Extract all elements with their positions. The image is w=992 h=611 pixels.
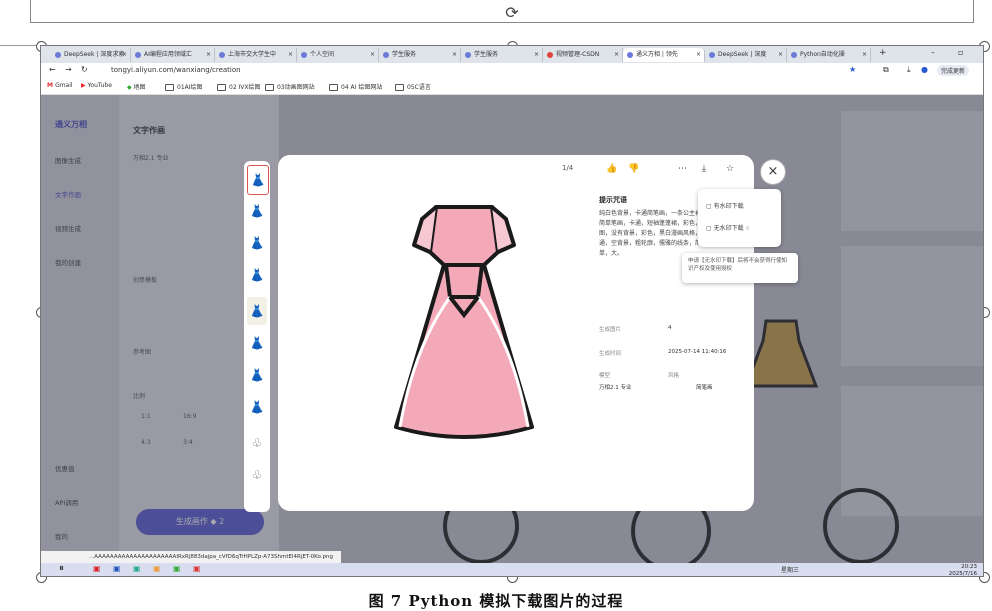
bookmark-folder[interactable]: 02 IVX绘图	[217, 82, 261, 91]
app-icon[interactable]: ▣	[193, 564, 201, 573]
document-guide-line	[0, 45, 40, 46]
bookmark-folder[interactable]: 05C语言	[395, 82, 431, 91]
bookmark-folder[interactable]: 01AI绘图	[165, 82, 203, 91]
thumbnail[interactable]: 👗	[247, 393, 267, 421]
app-icon[interactable]: ▣	[93, 564, 101, 573]
pause-icon[interactable]: ⏸	[59, 563, 64, 574]
close-modal-button[interactable]: ×	[760, 159, 786, 185]
document-guide	[30, 0, 974, 23]
app-icon[interactable]: ▣	[133, 564, 141, 573]
download-with-watermark[interactable]: ▢ 有水印下载	[706, 201, 744, 210]
watermark-tooltip: 申请【无水印下载】后将不会获得行使知识产权及使用授权	[682, 253, 798, 283]
browser-tab[interactable]: 视频管理-CSDN ×	[543, 48, 623, 62]
extensions-icon[interactable]: ⧉	[883, 65, 889, 75]
prompt-title: 提示咒语	[599, 196, 627, 204]
browser-tab[interactable]: 个人空间 ×	[297, 48, 379, 62]
prompt-text: 纯白色背景，卡通简笔画，一条公主裙，简单笔画，卡通，短袖蓬蓬裙，彩色，分图，没有…	[599, 210, 708, 257]
meta-value: 4	[668, 325, 672, 331]
back-icon[interactable]: ←	[49, 65, 56, 74]
download-menu: ▢ 有水印下载 ▢ 无水印下载 ☝	[698, 189, 781, 247]
thumbnail-selected[interactable]: 👗	[247, 165, 269, 195]
browser-tab[interactable]: DeepSeek | 深度求索 ×	[51, 48, 131, 62]
embedded-screenshot[interactable]: DeepSeek | 深度求索 × AI编程应用领域汇 × 上海市交大学生中 × 个人…	[40, 45, 984, 577]
thumbnail[interactable]: 👗	[247, 261, 267, 289]
update-button[interactable]: 完成更新	[937, 65, 970, 76]
meta-key: 风格	[668, 373, 680, 379]
thumbnail[interactable]: 👗	[247, 197, 267, 225]
princess-dress-image	[394, 205, 534, 439]
weekday-label: 星期三	[781, 567, 800, 574]
thumbnail[interactable]: ♧	[247, 429, 267, 457]
address-bar: ← → ↻ tongyi.aliyun.com/wanxiang/creatio…	[41, 63, 983, 80]
favorite-icon[interactable]: ☆	[726, 164, 734, 174]
download-icon[interactable]: ⤓	[907, 65, 911, 75]
bookmark-folder[interactable]: 04 AI 绘图网站	[329, 82, 382, 91]
rotate-handle-icon[interactable]: ⟳	[503, 4, 521, 22]
forward-icon[interactable]: →	[65, 65, 72, 74]
image-preview-modal: 1/4 👍 👎 ⋯ ⤓ ☆ 提示咒语 纯白色背景，卡通简笔画，一条公主裙，简单笔…	[278, 155, 754, 511]
meta-key: 模型	[599, 373, 611, 379]
browser-tab[interactable]: AI编程应用领域汇 ×	[131, 48, 215, 62]
new-tab-icon[interactable]: +	[879, 48, 887, 58]
app-icon[interactable]: ▣	[153, 564, 161, 573]
reload-icon[interactable]: ↻	[81, 65, 88, 74]
browser-tab[interactable]: DeepSeek | 深度 ×	[705, 48, 787, 62]
browser-tab[interactable]: Python自动化操 ×	[787, 48, 871, 62]
thumbnail[interactable]: ♧	[247, 461, 267, 489]
status-url: ...AAAAAAAAAAAAAAAAAAAAAIRxRj883dajpa_cV…	[41, 551, 341, 563]
download-icon[interactable]: ⤓	[702, 164, 706, 174]
profile-icon[interactable]: ●	[921, 65, 928, 74]
bookmark-star-icon[interactable]: ★	[849, 65, 856, 74]
meta-value: 简笔画	[696, 385, 713, 391]
meta-value: 万相2.1 专业	[599, 385, 632, 391]
download-without-watermark[interactable]: ▢ 无水印下载 ☝	[706, 223, 749, 232]
maximize-icon[interactable]: ▫	[958, 48, 963, 57]
browser-tab[interactable]: 上海市交大学生中 ×	[215, 48, 297, 62]
thumbnail[interactable]: 👗	[247, 297, 267, 325]
browser-tab[interactable]: 学生服务 ×	[379, 48, 461, 62]
app-icon[interactable]: ▣	[173, 564, 181, 573]
thumbnail[interactable]: 👗	[247, 361, 267, 389]
image-counter: 1/4	[562, 164, 574, 172]
bookmark-gmail[interactable]: M Gmail	[47, 82, 73, 89]
browser-tab[interactable]: 学生服务 ×	[461, 48, 543, 62]
meta-value: 2025-07-14 11:40:16	[668, 349, 727, 355]
app-icon[interactable]: ▣	[113, 564, 121, 573]
bookmark-folder[interactable]: 03动画图网站	[265, 82, 315, 91]
thumbs-down-icon[interactable]: 👎	[628, 164, 639, 174]
url-field[interactable]: tongyi.aliyun.com/wanxiang/creation	[111, 66, 241, 74]
taskbar: ⏸ ▣ ▣ ▣ ▣ ▣ ▣ 星期三 20:23 2025/7/16	[41, 563, 983, 576]
meta-key: 生成图片	[599, 327, 622, 333]
bookmark-youtube[interactable]: ▶ YouTube	[81, 82, 112, 89]
thumbnail[interactable]: 👗	[247, 229, 267, 257]
thumbnail-strip: 👗 👗 👗 👗 👗 👗 👗 👗 ♧ ♧	[244, 161, 270, 512]
clock[interactable]: 20:23 2025/7/16	[949, 564, 977, 576]
browser-tab-bar: DeepSeek | 深度求索 × AI编程应用领域汇 × 上海市交大学生中 × 个人…	[41, 46, 983, 63]
thumbs-up-icon[interactable]: 👍	[606, 164, 617, 174]
minimize-icon[interactable]: –	[931, 48, 935, 57]
more-icon[interactable]: ⋯	[678, 164, 687, 174]
bookmarks-bar: M Gmail ▶ YouTube ◆ 地图 01AI绘图 02 IVX绘图 0…	[41, 80, 983, 95]
meta-key: 生成时间	[599, 351, 622, 357]
bookmark-maps[interactable]: ◆ 地图	[127, 82, 146, 91]
browser-tab-active[interactable]: 通义万相 | 领先 ×	[623, 48, 705, 62]
thumbnail[interactable]: 👗	[247, 329, 267, 357]
